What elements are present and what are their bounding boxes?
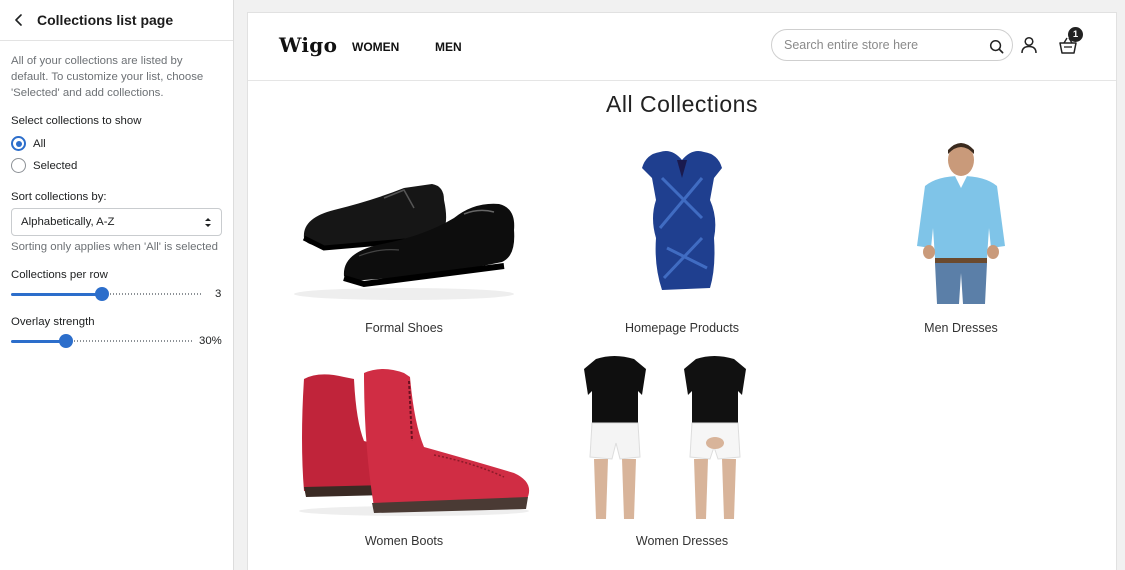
settings-panel: Collections list page All of your collec… [0,0,234,570]
radio-selected-indicator[interactable] [11,158,26,173]
back-button[interactable] [10,11,28,29]
chevron-left-icon [15,14,22,26]
radio-selected-label: Selected [33,159,78,172]
nav-women[interactable]: WOMEN [352,40,399,54]
radio-all-indicator[interactable] [11,136,26,151]
per-row-slider-fill [11,292,102,296]
page-title: All Collections [606,91,758,117]
sort-select[interactable]: Alphabetically, A-Z [11,208,222,236]
panel-title: Collections list page [37,12,174,28]
sort-hint: Sorting only applies when 'All' is selec… [11,241,218,253]
collection-card-men-dresses[interactable]: Men Dresses [821,138,1101,343]
radio-all[interactable]: All [11,136,46,151]
collection-name: Men Dresses [924,321,998,335]
per-row-value: 3 [215,288,222,300]
blue-sequin-dress-image [642,151,722,290]
select-caret-icon [205,218,211,227]
collection-card-women-dresses[interactable]: Women Dresses [542,351,822,556]
collection-card-women-boots[interactable]: Women Boots [264,351,544,556]
search-input[interactable] [784,38,984,52]
overlay-slider-fill [11,339,66,343]
sort-label: Sort collections by: [11,191,107,203]
select-collections-label: Select collections to show [11,115,142,127]
sort-select-value: Alphabetically, A-Z [21,216,115,228]
search-icon[interactable] [989,39,1004,54]
account-icon[interactable] [1020,36,1038,54]
black-tshirt-white-shorts-image [584,356,746,519]
cart-count-badge: 1 [1068,27,1083,42]
collection-card-formal-shoes[interactable]: Formal Shoes [264,138,544,343]
panel-description: All of your collections are listed by de… [11,55,204,99]
per-row-slider-thumb[interactable] [95,287,109,301]
collection-name: Formal Shoes [365,321,443,335]
red-leather-boots-image [299,369,530,516]
collection-name: Homepage Products [625,321,739,335]
overlay-label: Overlay strength [11,316,95,328]
store-header: Wigo WOMEN MEN 1 [248,13,1116,81]
nav-men[interactable]: MEN [435,40,462,54]
black-oxford-shoes-image [294,184,515,300]
overlay-value: 30% [199,335,222,347]
overlay-slider-thumb[interactable] [59,334,73,348]
per-row-label: Collections per row [11,269,108,281]
collection-name: Women Boots [364,534,444,548]
overlay-slider[interactable] [11,334,193,348]
panel-header: Collections list page [0,0,233,41]
man-blue-shirt-image [917,143,1005,304]
radio-all-label: All [33,137,46,150]
search-box [771,29,1013,61]
store-preview: Wigo WOMEN MEN 1 All Collections Formal … [247,12,1117,570]
radio-selected[interactable]: Selected [11,158,77,173]
overlay-slider-track [74,340,193,342]
store-logo[interactable]: Wigo [279,33,337,57]
per-row-slider[interactable] [11,287,201,301]
collection-card-homepage-products[interactable]: Homepage Products [542,138,822,343]
collection-name: Women Dresses [635,534,729,548]
per-row-slider-track [110,293,201,295]
